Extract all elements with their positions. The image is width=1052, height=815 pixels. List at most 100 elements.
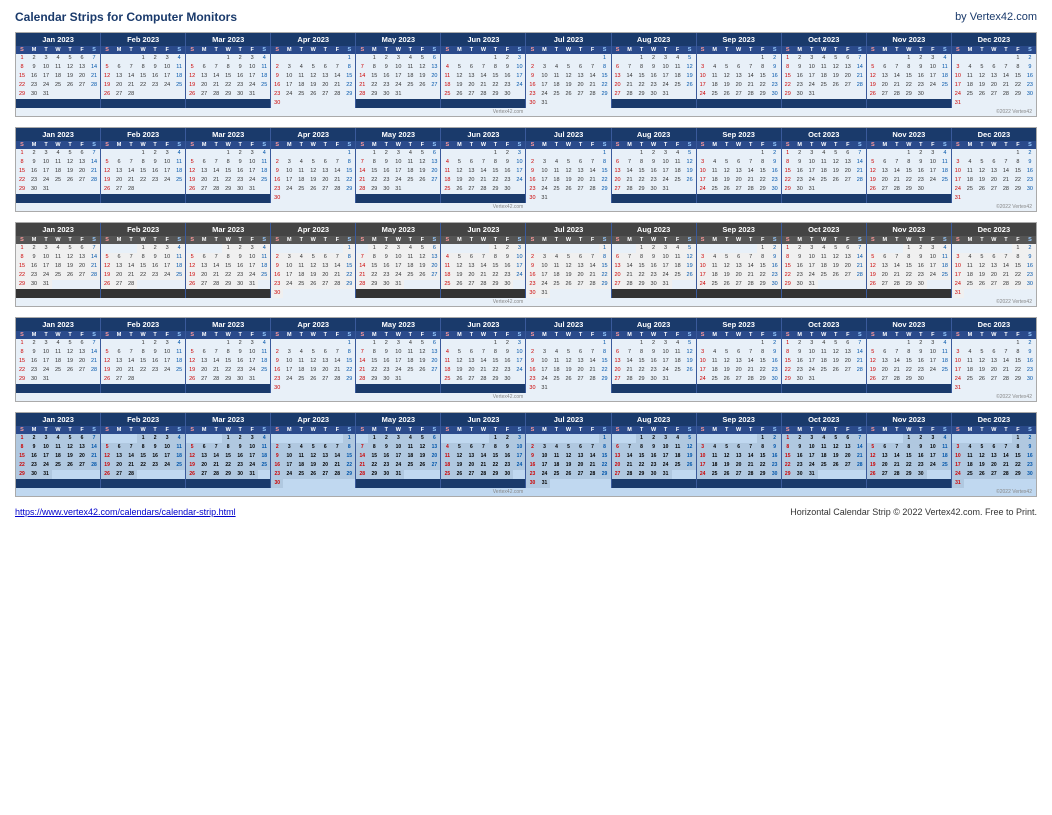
cal-day-cell: 15: [636, 72, 648, 81]
strip-watermark: Vertex42.com: [20, 394, 996, 400]
cal-day-cell: 20: [76, 357, 88, 366]
cal-day-cell: 18: [672, 167, 684, 176]
cal-day-cell: 8: [782, 158, 794, 167]
month-block: Oct 2023SMTWTFS1234567891011121314151617…: [782, 33, 867, 108]
cal-day-cell: 20: [879, 176, 891, 185]
cal-day-cell: 19: [684, 357, 696, 366]
cal-day-cell: 14: [331, 167, 343, 176]
cal-empty-cell: [697, 434, 709, 443]
day-header: T: [915, 331, 927, 339]
cal-day-cell: 17: [697, 271, 709, 280]
cal-empty-cell: [1024, 479, 1036, 488]
cal-empty-cell: [319, 194, 331, 203]
cal-day-cell: 29: [599, 470, 611, 479]
cal-day-cell: 20: [612, 461, 624, 470]
cal-day-cell: 19: [453, 461, 465, 470]
cal-day-cell: 30: [648, 90, 660, 99]
cal-empty-cell: [575, 434, 587, 443]
day-header: M: [198, 46, 210, 54]
cal-day-cell: 7: [745, 63, 757, 72]
cal-day-cell: 16: [769, 167, 781, 176]
cal-day-cell: 30: [271, 99, 283, 108]
cal-day-cell: 6: [76, 149, 88, 158]
day-header: S: [526, 141, 538, 149]
cal-day-cell: 18: [52, 167, 64, 176]
cal-day-cell: 24: [952, 375, 964, 384]
cal-day-cell: 4: [441, 348, 453, 357]
cal-empty-cell: [1000, 384, 1012, 393]
month-title: Jan 2023: [16, 223, 100, 236]
cal-day-cell: 1: [1012, 149, 1024, 158]
cal-day-cell: 6: [319, 348, 331, 357]
cal-day-cell: 20: [879, 81, 891, 90]
cal-day-cell: 8: [757, 253, 769, 262]
cal-empty-cell: [563, 339, 575, 348]
footer-url[interactable]: https://www.vertex42.com/calendars/calen…: [15, 507, 236, 517]
cal-day-cell: 26: [101, 470, 113, 479]
cal-day-cell: 6: [319, 158, 331, 167]
cal-day-cell: 10: [538, 72, 550, 81]
cal-empty-cell: [563, 149, 575, 158]
cal-day-cell: 2: [526, 158, 538, 167]
cal-day-cell: 31: [392, 90, 404, 99]
cal-day-cell: 3: [161, 339, 173, 348]
day-header: M: [879, 141, 891, 149]
cal-day-cell: 22: [343, 461, 355, 470]
cal-day-cell: 28: [624, 375, 636, 384]
cal-day-cell: 5: [416, 149, 428, 158]
cal-day-cell: 16: [149, 72, 161, 81]
cal-day-cell: 18: [404, 72, 416, 81]
cal-day-cell: 31: [952, 194, 964, 203]
cal-day-cell: 11: [818, 253, 830, 262]
cal-day-cell: 7: [331, 253, 343, 262]
cal-day-cell: 13: [842, 348, 854, 357]
cal-empty-cell: [161, 470, 173, 479]
cal-day-cell: 24: [392, 81, 404, 90]
cal-day-cell: 3: [538, 63, 550, 72]
cal-day-cell: 5: [453, 63, 465, 72]
cal-day-cell: 27: [842, 366, 854, 375]
day-header: T: [210, 331, 222, 339]
day-header: F: [76, 331, 88, 339]
cal-empty-cell: [854, 470, 866, 479]
cal-day-cell: 6: [842, 54, 854, 63]
cal-empty-cell: [745, 339, 757, 348]
cal-empty-cell: [721, 244, 733, 253]
cal-day-cell: 26: [563, 375, 575, 384]
day-header: T: [550, 236, 562, 244]
cal-day-cell: 15: [1012, 262, 1024, 271]
cal-day-cell: 11: [550, 452, 562, 461]
cal-day-cell: 4: [709, 63, 721, 72]
day-header: F: [1012, 426, 1024, 434]
cal-day-cell: 28: [88, 176, 100, 185]
cal-day-cell: 15: [636, 357, 648, 366]
cal-day-cell: 8: [137, 348, 149, 357]
cal-day-cell: 7: [331, 158, 343, 167]
cal-day-cell: 11: [709, 452, 721, 461]
month-title: Mar 2023: [186, 33, 270, 46]
cal-day-cell: 19: [101, 81, 113, 90]
cal-empty-cell: [331, 434, 343, 443]
cal-day-cell: 15: [782, 357, 794, 366]
day-header: W: [818, 236, 830, 244]
cal-day-cell: 27: [319, 90, 331, 99]
cal-empty-cell: [927, 280, 939, 289]
cal-day-cell: 26: [867, 90, 879, 99]
cal-day-cell: 17: [161, 167, 173, 176]
cal-day-cell: 26: [64, 461, 76, 470]
cal-day-cell: 1: [137, 339, 149, 348]
cal-day-cell: 23: [271, 90, 283, 99]
cal-empty-cell: [672, 375, 684, 384]
cal-day-cell: 8: [222, 253, 234, 262]
cal-day-cell: 6: [319, 63, 331, 72]
cal-day-cell: 17: [952, 366, 964, 375]
day-header: M: [453, 46, 465, 54]
cal-day-cell: 8: [137, 63, 149, 72]
day-header: S: [16, 46, 28, 54]
day-header: W: [988, 46, 1000, 54]
month-block: Aug 2023SMTWTFS1234567891011121314151617…: [612, 128, 697, 203]
day-header: S: [867, 331, 879, 339]
month-block: Apr 2023SMTWTFS1234567891011121314151617…: [271, 413, 356, 488]
cal-day-cell: 16: [149, 357, 161, 366]
cal-day-cell: 25: [441, 280, 453, 289]
